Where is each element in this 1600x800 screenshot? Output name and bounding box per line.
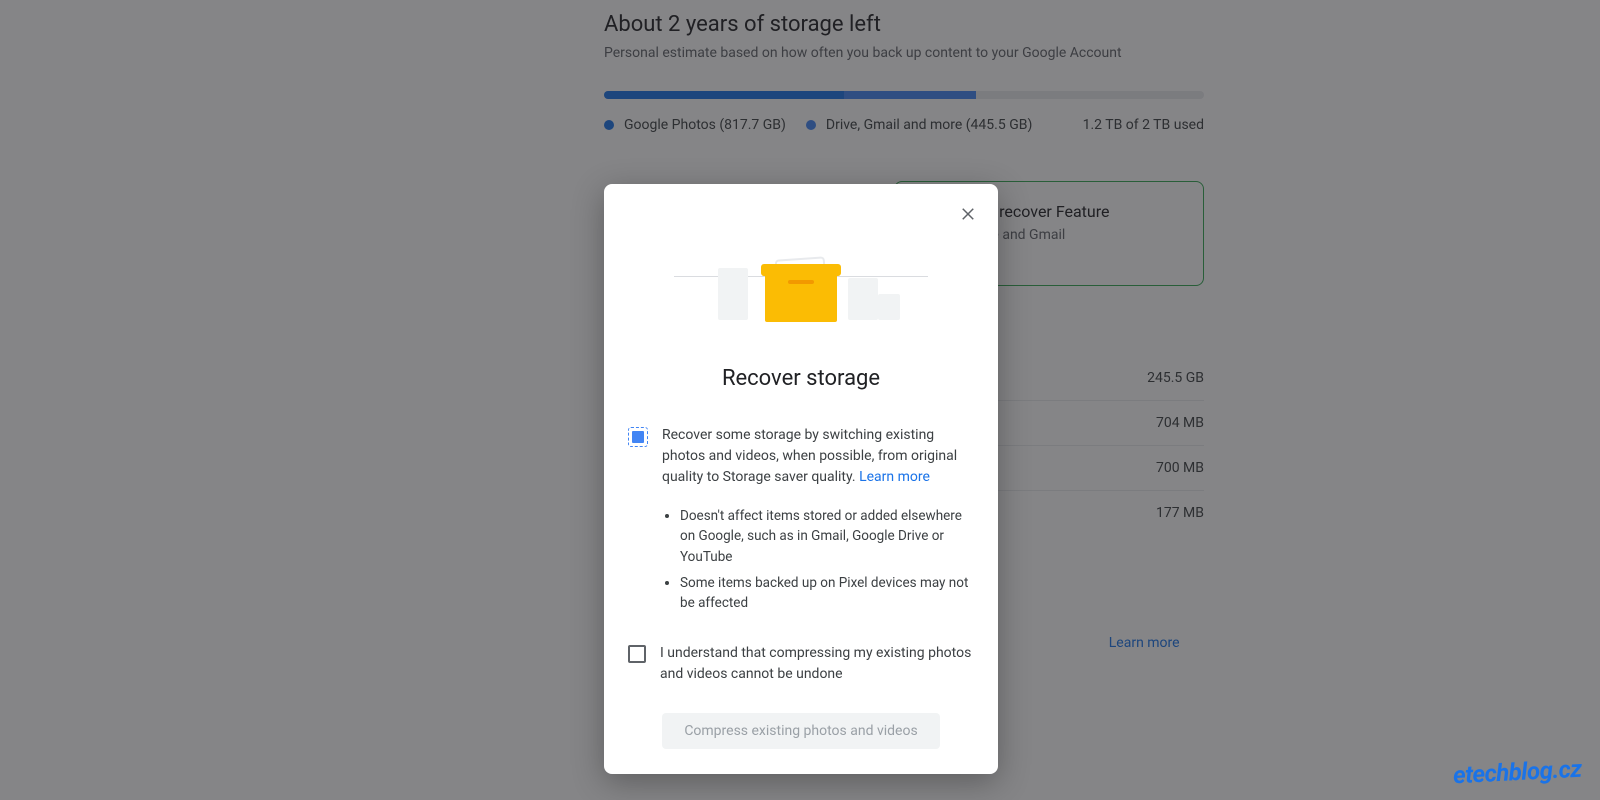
consent-text: I understand that compressing my existin…	[660, 643, 974, 685]
modal-learn-more-link[interactable]: Learn more	[859, 469, 930, 485]
photo-icon	[628, 427, 648, 447]
modal-title: Recover storage	[628, 366, 974, 391]
compress-button[interactable]: Compress existing photos and videos	[662, 713, 939, 749]
modal-bullet-list: Doesn't affect items stored or added els…	[628, 506, 974, 619]
recover-storage-modal: Recover storage Recover some storage by …	[604, 184, 998, 774]
consent-checkbox[interactable]	[628, 645, 646, 663]
modal-description: Recover some storage by switching existi…	[662, 425, 974, 488]
modal-hero-illustration	[628, 218, 974, 348]
modal-bullet-item: Some items backed up on Pixel devices ma…	[680, 573, 974, 614]
modal-bullet-item: Doesn't affect items stored or added els…	[680, 506, 974, 567]
consent-row: I understand that compressing my existin…	[628, 643, 974, 685]
modal-description-row: Recover some storage by switching existi…	[628, 425, 974, 488]
